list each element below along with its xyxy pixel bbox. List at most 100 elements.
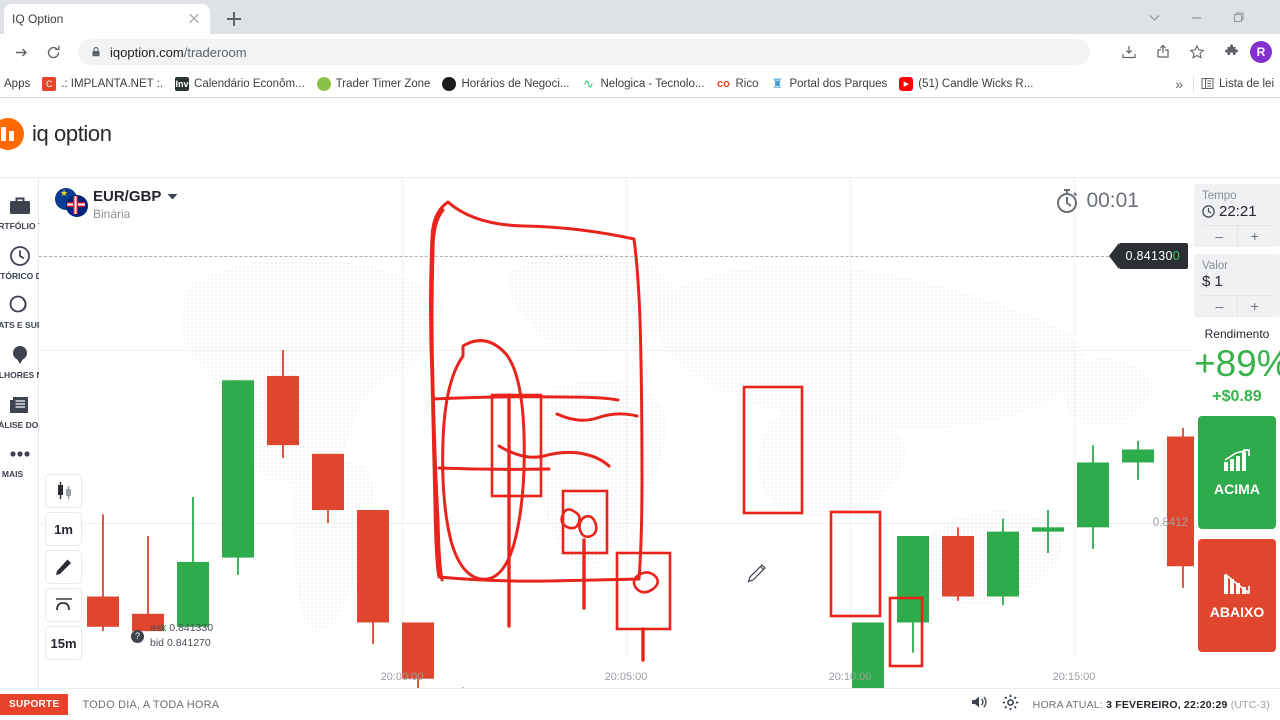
sidebar-item-more[interactable]: MAIS bbox=[0, 434, 39, 484]
wave-icon bbox=[55, 598, 72, 611]
call-up-button[interactable]: ACIMA bbox=[1198, 416, 1276, 529]
sound-icon[interactable] bbox=[970, 694, 988, 715]
candlestick bbox=[942, 527, 974, 601]
reading-list-button[interactable]: Lista de lei bbox=[1194, 72, 1280, 96]
bookmarks-overflow-icon[interactable]: » bbox=[1165, 76, 1193, 92]
amount-increase-button[interactable]: + bbox=[1236, 296, 1273, 317]
candlestick bbox=[1167, 427, 1194, 588]
reading-list-icon bbox=[1200, 77, 1214, 91]
current-price-value: 0.84130 bbox=[1125, 249, 1173, 263]
sidebar-label: MAIS bbox=[1, 469, 24, 480]
sidebar-item-best-trades[interactable]: MELHORES NEGÓCIOS bbox=[0, 335, 39, 385]
chart-asset-header[interactable]: EUR/GBP Binária bbox=[55, 188, 178, 223]
time-label: Tempo bbox=[1202, 190, 1237, 202]
trophy-icon bbox=[0, 342, 39, 368]
nelogica-icon: ∿ bbox=[583, 75, 594, 91]
ask-label: ask bbox=[150, 621, 167, 634]
sidebar-item-history[interactable]: HISTÓRICO DE TRADING bbox=[0, 236, 39, 286]
download-icon[interactable] bbox=[1117, 40, 1141, 64]
help-icon[interactable]: ? bbox=[131, 629, 144, 643]
chart-canvas[interactable]: 0.8412 0.8410 0.841300 EUR/GBP Binária bbox=[39, 178, 1194, 688]
apps-label: Apps bbox=[4, 77, 31, 90]
bid-value: 0.841270 bbox=[166, 637, 211, 650]
expiry-time-field[interactable]: Tempo 22:21 – + bbox=[1194, 184, 1280, 247]
iq-option-logo[interactable]: iq option bbox=[0, 118, 112, 150]
new-tab-icon[interactable] bbox=[222, 7, 246, 31]
settings-gear-icon[interactable] bbox=[1002, 694, 1019, 716]
time-tick-label: 20:00:00 bbox=[380, 671, 424, 683]
chat-icon bbox=[0, 292, 39, 318]
apps-shortcut[interactable]: Apps bbox=[0, 72, 36, 96]
bookmark-item[interactable]: C .: IMPLANTA.NET :. bbox=[36, 72, 169, 96]
sidebar-item-chat[interactable]: CHATS E SUPORTE bbox=[0, 285, 39, 335]
bookmark-label: Nelogica - Tecnolo... bbox=[600, 77, 705, 90]
clock-icon bbox=[1202, 205, 1215, 218]
close-icon[interactable] bbox=[186, 11, 202, 27]
chevron-down-icon[interactable] bbox=[167, 193, 178, 201]
bookmark-item[interactable]: ♜ Portal dos Parques bbox=[764, 72, 893, 96]
address-bar[interactable]: iqoption.com/traderoom bbox=[78, 39, 1090, 65]
parques-icon: ♜ bbox=[771, 75, 784, 91]
trader-timer-icon bbox=[316, 76, 331, 91]
timeframe-15m-button[interactable]: 15m bbox=[45, 626, 82, 660]
timeframe-label: 1m bbox=[54, 521, 73, 537]
eur-gbp-flag-icon bbox=[55, 188, 88, 220]
browser-tab[interactable]: IQ Option bbox=[4, 4, 210, 34]
bookmark-item[interactable]: Inv Calendário Econôm... bbox=[169, 72, 311, 96]
candlestick bbox=[87, 514, 119, 632]
draw-tool-button[interactable] bbox=[45, 550, 82, 584]
amount-field[interactable]: Valor $ 1 – + bbox=[1194, 254, 1280, 317]
candlestick bbox=[1077, 445, 1109, 549]
candles-icon bbox=[57, 482, 71, 499]
time-tick-label: 20:15:00 bbox=[1052, 671, 1096, 683]
support-button[interactable]: SUPORTE bbox=[0, 694, 69, 715]
sidebar-label: MELHORES NEGÓCIOS bbox=[0, 369, 39, 380]
candlestick bbox=[312, 453, 344, 523]
amount-currency: $ bbox=[1202, 273, 1211, 290]
amount-decrease-button[interactable]: – bbox=[1202, 296, 1237, 317]
reload-icon[interactable] bbox=[42, 41, 64, 63]
time-increase-button[interactable]: + bbox=[1236, 226, 1273, 247]
current-price-tag: 0.84130 0 bbox=[1109, 243, 1188, 269]
more-dots-icon bbox=[0, 441, 39, 467]
expiry-timer: 00:01 bbox=[1055, 188, 1139, 214]
minimize-icon[interactable] bbox=[1182, 4, 1210, 30]
bookmark-item[interactable]: Horários de Negoci... bbox=[436, 72, 575, 96]
stopwatch-icon bbox=[1057, 189, 1078, 213]
put-down-button[interactable]: ABAIXO bbox=[1198, 539, 1276, 652]
forward-icon[interactable] bbox=[10, 41, 32, 63]
time-decrease-button[interactable]: – bbox=[1202, 226, 1237, 247]
bookmark-label: Calendário Econôm... bbox=[194, 77, 305, 90]
bookmark-item[interactable]: ∿ Nelogica - Tecnolo... bbox=[575, 72, 710, 96]
bookmark-item[interactable]: ▶ (51) Candle Wicks R... bbox=[893, 72, 1039, 96]
url-text: iqoption.com/traderoom bbox=[110, 44, 247, 60]
sidebar-item-portfolio[interactable]: PORTFÓLIO TOTAL bbox=[0, 186, 39, 236]
timeframe-1m-button[interactable]: 1m bbox=[45, 512, 82, 546]
left-sidebar: PORTFÓLIO TOTAL HISTÓRICO DE TRADING CHA… bbox=[0, 178, 39, 688]
current-time-display: HORA ATUAL: 3 FEVEREIRO, 22:20:29 (UTC-3… bbox=[1033, 699, 1270, 711]
tab-title: IQ Option bbox=[12, 12, 64, 26]
sidebar-label: CHATS E SUPORTE bbox=[0, 320, 39, 331]
candlestick bbox=[357, 510, 389, 645]
iq-logo-icon bbox=[0, 118, 24, 150]
time-value-row: 22:21 bbox=[1202, 203, 1272, 225]
maximize-icon[interactable] bbox=[1224, 4, 1252, 30]
chevron-down-icon[interactable] bbox=[1140, 4, 1168, 30]
share-icon[interactable] bbox=[1151, 40, 1175, 64]
bookmark-star-icon[interactable] bbox=[1185, 40, 1209, 64]
indicators-button[interactable] bbox=[45, 588, 82, 622]
bookmark-item[interactable]: co Rico bbox=[710, 72, 764, 96]
extensions-puzzle-icon[interactable] bbox=[1220, 40, 1244, 64]
amount-stepper: – + bbox=[1202, 295, 1272, 317]
implanta-icon: C bbox=[42, 76, 57, 91]
call-up-label: ACIMA bbox=[1214, 480, 1260, 497]
rico-icon: co bbox=[717, 77, 730, 90]
sidebar-item-market-analysis[interactable]: ANÁLISE DO MERCADO bbox=[0, 385, 39, 435]
chart-asset-name[interactable]: EUR/GBP bbox=[93, 188, 178, 205]
timezone-label: (UTC-3) bbox=[1230, 698, 1270, 711]
candlestick bbox=[132, 535, 164, 632]
profile-avatar[interactable]: R bbox=[1250, 41, 1272, 63]
bookmark-item[interactable]: Trader Timer Zone bbox=[311, 72, 437, 96]
bookmark-label: Rico bbox=[735, 77, 759, 90]
chart-type-button[interactable] bbox=[45, 474, 82, 508]
